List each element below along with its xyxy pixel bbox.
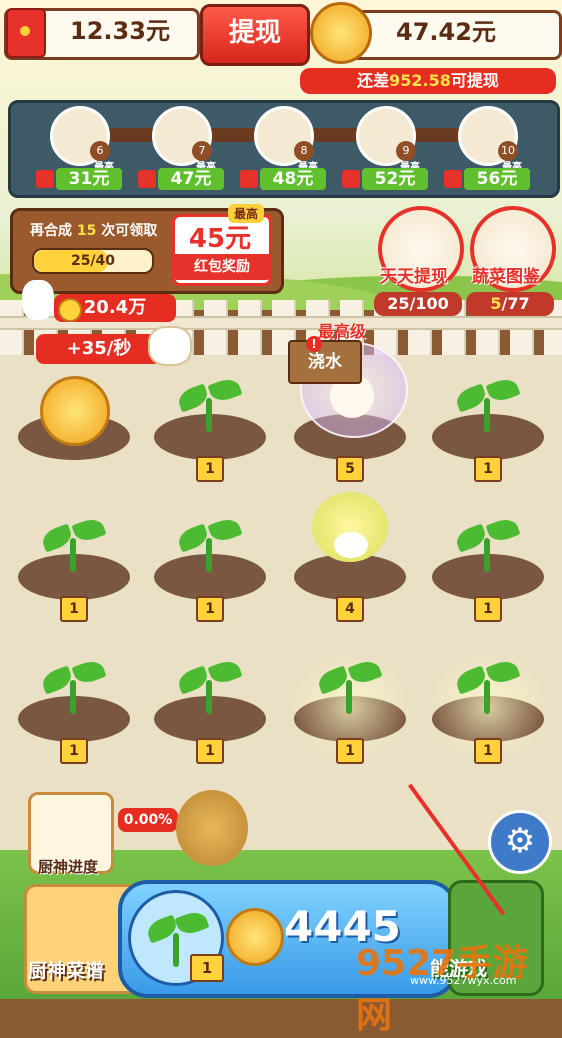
coin-icon bbox=[226, 908, 284, 966]
gear-icon[interactable]: ⚙ bbox=[488, 810, 552, 874]
veg-catalog-count-total: /77 bbox=[501, 294, 530, 313]
plot-sprout[interactable]: 1 bbox=[14, 515, 134, 630]
plot-sprout[interactable]: 1 bbox=[428, 375, 548, 490]
cabbage-face bbox=[334, 532, 368, 558]
red-envelope-icon bbox=[444, 170, 462, 188]
plant-level-badge: 1 bbox=[196, 596, 224, 622]
max-tag: 最高 bbox=[228, 204, 265, 223]
remaining-value: 952.58 bbox=[389, 71, 451, 90]
reward-amount: 48元 bbox=[260, 168, 326, 190]
merge-hint-suffix: 次可领取 bbox=[101, 223, 158, 239]
sprout-icon bbox=[206, 538, 212, 572]
red-envelope-icon bbox=[240, 170, 258, 188]
sprout-icon bbox=[484, 398, 490, 432]
reward-amount: 56元 bbox=[464, 168, 530, 190]
radish-mascot-icon bbox=[22, 280, 54, 320]
sprout-icon bbox=[207, 657, 243, 687]
redpack-value: 45元 bbox=[188, 224, 252, 254]
chef-progress-label: 厨神进度 bbox=[37, 858, 98, 876]
plot-sprout-glow[interactable]: 1 bbox=[290, 652, 410, 772]
veg-catalog-label: 蔬菜图鉴 bbox=[472, 267, 540, 287]
plot-sprout[interactable]: 1 bbox=[150, 375, 270, 490]
plot-sprout[interactable]: 1 bbox=[150, 515, 270, 630]
sprout-icon bbox=[70, 538, 76, 572]
cash-balance: 12.33元 bbox=[70, 17, 170, 45]
plant-level-badge: 1 bbox=[474, 456, 502, 482]
merge-progress-bar: 25/40 bbox=[32, 248, 154, 274]
veg-catalog-count-current: 5 bbox=[490, 294, 502, 313]
plot-sprout-glow[interactable]: 1 bbox=[428, 652, 548, 772]
gold-coin-icon bbox=[310, 2, 372, 64]
plot-sprout[interactable]: 1 bbox=[428, 515, 548, 630]
merge-hint-prefix: 再合成 bbox=[30, 223, 72, 239]
potato-percent: 0.00% bbox=[118, 808, 178, 832]
watermark-url: www.9527wyx.com bbox=[410, 974, 517, 987]
sprout-icon bbox=[207, 515, 243, 545]
red-envelope-icon bbox=[342, 170, 360, 188]
sprout-icon bbox=[485, 375, 521, 405]
sprout-icon bbox=[206, 680, 212, 714]
sprout-icon bbox=[484, 538, 490, 572]
sprout-icon bbox=[207, 375, 243, 405]
merge-progress-text: 25/40 bbox=[70, 253, 116, 269]
red-envelope-icon bbox=[138, 170, 156, 188]
plant-level-badge: 1 bbox=[474, 596, 502, 622]
plot-sprout[interactable]: 1 bbox=[150, 657, 270, 772]
plant-level-badge: 1 bbox=[474, 738, 502, 764]
potato-plant[interactable] bbox=[176, 790, 248, 866]
plot-sprout[interactable]: 1 bbox=[14, 657, 134, 772]
sprout-icon bbox=[485, 515, 521, 545]
red-envelope-icon bbox=[36, 170, 54, 188]
sprout-icon bbox=[206, 398, 212, 432]
red-envelope-icon bbox=[6, 8, 46, 58]
redpack-label: 红包奖励 bbox=[172, 254, 272, 280]
max-level-label: 最高级 bbox=[318, 322, 367, 341]
remaining-to-withdraw: 还差952.58可提现 bbox=[300, 68, 556, 94]
coin-rate: +35/秒 bbox=[36, 334, 162, 364]
sprout-icon bbox=[70, 680, 76, 714]
plant-level-badge: 1 bbox=[196, 738, 224, 764]
water-sign-button[interactable]: 浇水 bbox=[288, 340, 362, 384]
gold-coin-reward[interactable] bbox=[40, 376, 110, 446]
plant-level-badge: 1 bbox=[336, 738, 364, 764]
reward-amount: 31元 bbox=[56, 168, 122, 190]
plant-level-badge: 5 bbox=[336, 456, 364, 482]
coin-icon bbox=[58, 298, 82, 322]
merge-hint: 再合成 15 次可领取 bbox=[30, 220, 157, 240]
remaining-prefix: 还差 bbox=[357, 71, 390, 90]
withdraw-button[interactable]: 提现 bbox=[200, 4, 310, 66]
sprout-icon bbox=[71, 657, 107, 687]
merge-hint-times: 15 bbox=[76, 223, 97, 239]
sprout-icon bbox=[346, 680, 352, 714]
sprout-icon bbox=[71, 515, 107, 545]
daily-withdraw-label: 天天提现 bbox=[380, 267, 448, 287]
farmer-mascot-icon bbox=[148, 326, 192, 366]
plant-level-badge: 1 bbox=[60, 738, 88, 764]
plant-level-badge: 1 bbox=[60, 596, 88, 622]
buy-level-badge: 1 bbox=[190, 954, 224, 982]
sprout-icon bbox=[484, 680, 490, 714]
veg-catalog-count: 5/77 bbox=[466, 292, 554, 316]
daily-withdraw-count: 25/100 bbox=[374, 292, 462, 316]
alert-icon: ! bbox=[306, 336, 322, 352]
remaining-suffix: 可提现 bbox=[450, 71, 499, 90]
reward-amount: 52元 bbox=[362, 168, 428, 190]
plant-level-badge: 4 bbox=[336, 596, 364, 622]
reward-amount: 47元 bbox=[158, 168, 224, 190]
plant-level-badge: 1 bbox=[196, 456, 224, 482]
